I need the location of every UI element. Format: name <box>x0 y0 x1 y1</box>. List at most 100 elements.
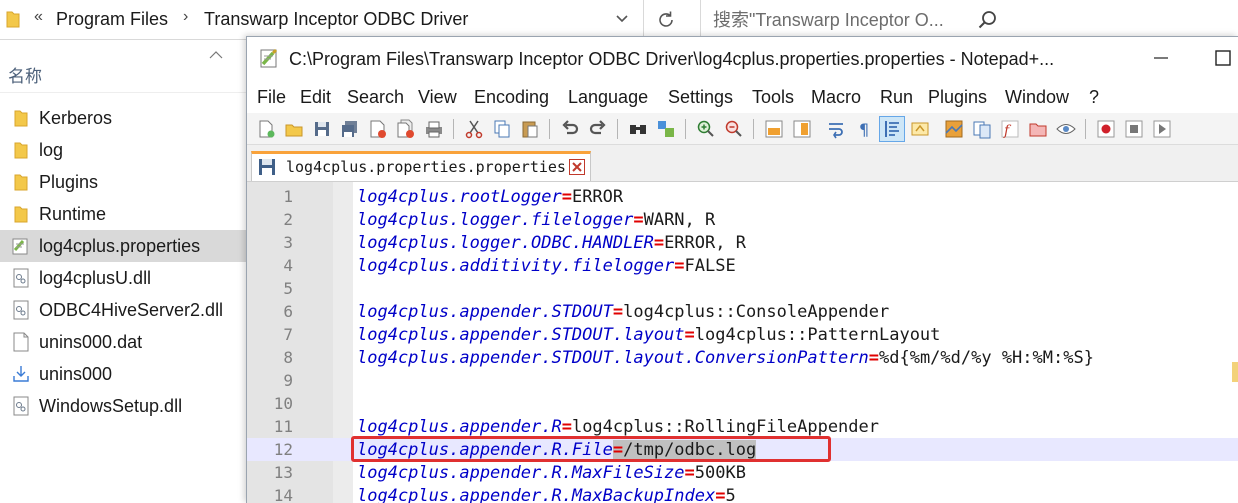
list-item[interactable]: Plugins <box>0 166 246 198</box>
user-defined-language-icon[interactable] <box>907 116 933 142</box>
code-line[interactable]: 6 log4cplus.appender.STDOUT=log4cplus::Co… <box>247 300 1238 323</box>
play-macro-icon[interactable] <box>1149 116 1175 142</box>
list-item[interactable]: unins000 <box>0 358 246 390</box>
menu-settings[interactable]: Settings <box>668 87 733 108</box>
line-number: 13 <box>273 463 293 482</box>
code-line[interactable]: 2 log4cplus.logger.filelogger=WARN, R <box>247 208 1238 231</box>
sort-ascending-icon[interactable] <box>209 50 223 60</box>
minimize-icon[interactable] <box>1149 45 1173 71</box>
find-icon[interactable] <box>625 116 651 142</box>
code-line[interactable]: 3 log4cplus.logger.ODBC.HANDLER=ERROR, R <box>247 231 1238 254</box>
stop-macro-icon[interactable] <box>1121 116 1147 142</box>
assignment-operator: = <box>684 325 695 345</box>
code-line[interactable]: 5 <box>247 277 1238 300</box>
show-all-characters-icon[interactable]: ¶ <box>851 116 877 142</box>
breadcrumb-transwarp-driver[interactable]: Transwarp Inceptor ODBC Driver <box>204 9 468 30</box>
close-all-icon[interactable] <box>393 116 419 142</box>
print-icon[interactable] <box>421 116 447 142</box>
breadcrumb-separator[interactable]: › <box>183 8 188 26</box>
list-item[interactable]: Runtime <box>0 198 246 230</box>
code-line[interactable]: 11 log4cplus.appender.R=log4cplus::Rollin… <box>247 415 1238 438</box>
close-file-icon[interactable] <box>365 116 391 142</box>
property-value: log4cplus::RollingFileAppender <box>571 417 879 437</box>
toolbar-separator <box>753 119 754 139</box>
menu-plugins[interactable]: Plugins <box>928 87 987 108</box>
menu-search[interactable]: Search <box>347 87 404 108</box>
close-tab-icon[interactable] <box>569 159 585 175</box>
sync-horizontal-icon[interactable] <box>789 116 815 142</box>
zoom-out-icon[interactable] <box>721 116 747 142</box>
breadcrumb-overflow-icon[interactable]: « <box>34 8 43 26</box>
code-line[interactable]: 4 log4cplus.additivity.filelogger=FALSE <box>247 254 1238 277</box>
list-item[interactable]: unins000.dat <box>0 326 246 358</box>
tab-log4cplus-properties[interactable]: log4cplus.properties.properties <box>251 151 591 181</box>
menu-encoding[interactable]: Encoding <box>474 87 549 108</box>
divider <box>643 0 644 40</box>
search-icon[interactable] <box>977 9 999 31</box>
document-map-icon[interactable] <box>941 116 967 142</box>
sync-vertical-icon[interactable] <box>761 116 787 142</box>
list-item[interactable]: log <box>0 134 246 166</box>
paste-icon[interactable] <box>517 116 543 142</box>
code-line[interactable]: 13 log4cplus.appender.R.MaxFileSize=500KB <box>247 461 1238 484</box>
assignment-operator: = <box>653 233 665 253</box>
assignment-operator: = <box>684 463 695 483</box>
saved-file-icon <box>259 159 275 175</box>
code-line[interactable]: 14 log4cplus.appender.R.MaxBackupIndex=5 <box>247 484 1238 503</box>
list-item[interactable]: Kerberos <box>0 102 246 134</box>
code-line[interactable]: 9 <box>247 369 1238 392</box>
new-file-icon[interactable] <box>253 116 279 142</box>
code-text: log4cplus.appender.R=log4cplus::RollingF… <box>357 417 879 437</box>
record-macro-icon[interactable] <box>1093 116 1119 142</box>
menu-window[interactable]: Window <box>1005 87 1069 108</box>
maximize-icon[interactable] <box>1211 45 1235 71</box>
title-bar[interactable]: C:\Program Files\Transwarp Inceptor ODBC… <box>247 37 1238 81</box>
menu-language[interactable]: Language <box>568 87 648 108</box>
line-number: 1 <box>283 187 293 206</box>
refresh-icon[interactable] <box>654 8 678 32</box>
menu-view[interactable]: View <box>418 87 457 108</box>
dll-file-icon <box>11 267 31 289</box>
copy-icon[interactable] <box>489 116 515 142</box>
redo-icon[interactable] <box>585 116 611 142</box>
save-icon[interactable] <box>309 116 335 142</box>
replace-icon[interactable] <box>653 116 679 142</box>
code-line[interactable]: 10 <box>247 392 1238 415</box>
menu-help[interactable]: ? <box>1089 87 1099 108</box>
code-text: log4cplus.appender.STDOUT=log4cplus::Con… <box>357 302 889 322</box>
code-line[interactable]: 8 log4cplus.appender.STDOUT.layout.Conver… <box>247 346 1238 369</box>
menu-run[interactable]: Run <box>880 87 913 108</box>
menu-macro[interactable]: Macro <box>811 87 861 108</box>
document-list-icon[interactable] <box>969 116 995 142</box>
monitoring-eye-icon[interactable] <box>1053 116 1079 142</box>
list-item[interactable]: WindowsSetup.dll <box>0 390 246 422</box>
function-list-icon[interactable]: f <box>997 116 1023 142</box>
line-number: 12 <box>273 440 293 459</box>
file-name: Plugins <box>39 171 99 192</box>
cut-icon[interactable] <box>461 116 487 142</box>
menu-file[interactable]: File <box>257 87 286 108</box>
window-title: C:\Program Files\Transwarp Inceptor ODBC… <box>289 49 1055 69</box>
word-wrap-icon[interactable] <box>823 116 849 142</box>
code-line[interactable]: 1 log4cplus.rootLogger=ERROR <box>247 185 1238 208</box>
search-box[interactable] <box>700 0 1020 40</box>
list-item[interactable]: ODBC4HiveServer2.dll <box>0 294 246 326</box>
save-all-icon[interactable] <box>337 116 363 142</box>
column-header-name[interactable]: 名称 <box>8 62 42 87</box>
folder-as-workspace-icon[interactable] <box>1025 116 1051 142</box>
menu-edit[interactable]: Edit <box>300 87 331 108</box>
undo-icon[interactable] <box>557 116 583 142</box>
zoom-in-icon[interactable] <box>693 116 719 142</box>
list-item-selected[interactable]: log4cplus.properties <box>0 230 246 262</box>
code-editor[interactable]: 1 log4cplus.rootLogger=ERROR 2 log4cplus.lo… <box>247 181 1238 503</box>
line-number: 2 <box>283 210 293 229</box>
search-input[interactable] <box>713 8 983 32</box>
code-line[interactable]: 7 log4cplus.appender.STDOUT.layout=log4cp… <box>247 323 1238 346</box>
list-item[interactable]: log4cplusU.dll <box>0 262 246 294</box>
open-file-icon[interactable] <box>281 116 307 142</box>
breadcrumb-program-files[interactable]: Program Files <box>56 9 168 30</box>
menu-tools[interactable]: Tools <box>752 87 794 108</box>
address-bar[interactable]: « Program Files › Transwarp Inceptor ODB… <box>0 0 1020 40</box>
indent-guide-icon[interactable] <box>879 116 905 142</box>
chevron-down-icon[interactable] <box>612 8 632 30</box>
